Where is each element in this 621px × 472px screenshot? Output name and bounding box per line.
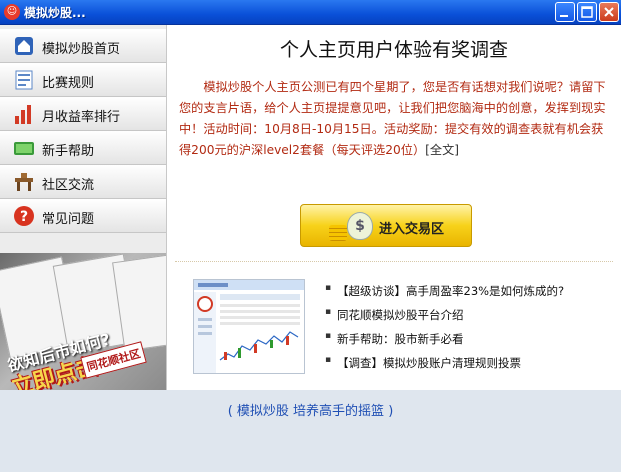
sidebar-item-faq[interactable]: ? 常见问题 [0,199,166,233]
sidebar-item-label: 社区交流 [42,178,95,193]
maximize-button[interactable] [577,2,597,22]
maximize-icon [581,6,593,18]
news-item[interactable]: 新手帮助：股市新手必看 [325,331,564,355]
sidebar-item-label: 常见问题 [42,212,95,227]
money-bag-icon: $ [347,212,373,240]
sidebar: 模拟炒股首页 比赛规则 月收益率排行 新手帮助 社区交流 ? 常见问题 欲知后市… [0,25,167,390]
news-item[interactable]: 同花顺模拟炒股平台介绍 [325,307,564,331]
full-text-link[interactable]: [全文] [425,143,459,157]
sidebar-item-help[interactable]: 新手帮助 [0,131,166,165]
window-title: 模拟炒股... [24,6,86,20]
question-icon: ? [14,206,34,226]
news-list: 【超级访谈】高手周盈率23%是如何炼成的? 同花顺模拟炒股平台介绍 新手帮助：股… [325,283,564,379]
sidebar-item-label: 比赛规则 [42,76,95,91]
title-bar[interactable]: ☺ 模拟炒股... [0,0,621,25]
announcement-text: 模拟炒股个人主页公测已有四个星期了，您是否有话想对我们说呢？请留下您的支言片语，… [179,77,609,161]
sidebar-item-ranking[interactable]: 月收益率排行 [0,97,166,131]
footer-slogan: ( 模拟炒股 培养高手的摇篮 ) [227,404,394,419]
platform-screenshot-image [194,280,304,373]
sidebar-item-label: 新手帮助 [42,144,95,159]
announcement-body: 模拟炒股个人主页公测已有四个星期了，您是否有话想对我们说呢？请留下您的支言片语，… [179,80,606,157]
svg-text:?: ? [20,209,28,225]
sidebar-item-home[interactable]: 模拟炒股首页 [0,29,166,63]
promo-banner[interactable]: 欲知后市如何? 立即点击 同花顺社区 [0,253,166,390]
rules-icon [15,70,33,90]
bar-chart-icon [15,105,31,124]
minimize-button[interactable] [555,2,575,22]
app-logo-icon: ☺ [4,4,20,20]
sidebar-item-rules[interactable]: 比赛规则 [0,63,166,97]
minimize-icon [560,15,568,17]
news-item[interactable]: 【调查】模拟炒股账户清理规则投票 [325,355,564,379]
page-title: 个人主页用户体验有奖调查 [279,39,508,61]
news-item[interactable]: 【超级访谈】高手周盈率23%是如何炼成的? [325,283,564,307]
community-icon [15,173,33,191]
sidebar-item-label: 月收益率排行 [42,110,121,125]
sidebar-item-community[interactable]: 社区交流 [0,165,166,199]
divider [175,261,613,262]
enter-trading-button[interactable]: $ 进入交易区 [300,204,472,247]
close-icon [604,7,614,17]
home-icon [15,37,33,55]
app-window: ☺ 模拟炒股... 模拟炒股首页 比赛规则 月收益率排行 新手帮助 社区交流 ?… [0,0,621,472]
coins-icon [329,225,347,241]
sidebar-item-label: 模拟炒股首页 [42,42,121,57]
main-content: 个人主页用户体验有奖调查 模拟炒股个人主页公测已有四个星期了，您是否有话想对我们… [167,25,621,390]
help-book-icon [14,142,34,155]
enter-trading-label: 进入交易区 [379,222,445,237]
close-button[interactable] [599,2,619,22]
platform-screenshot [193,279,305,374]
